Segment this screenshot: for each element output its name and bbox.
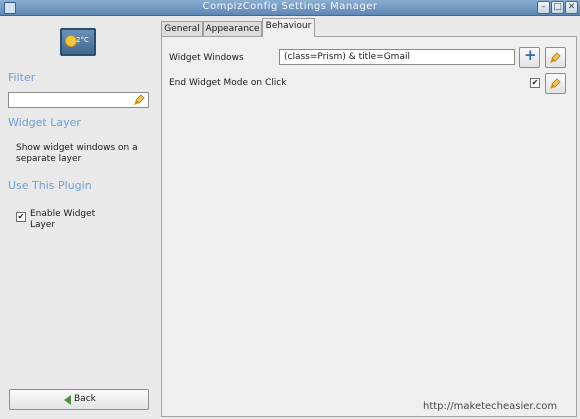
back-button[interactable]: Back: [9, 389, 149, 410]
reset-broom-icon: [550, 52, 561, 63]
enable-plugin-checkbox[interactable]: ✔: [16, 212, 26, 222]
site-watermark: http://maketecheasier.com: [423, 401, 558, 412]
title-bar: CompizConfig Settings Manager – □ ✕: [0, 0, 580, 16]
close-button[interactable]: ✕: [565, 1, 578, 14]
clear-filter-icon[interactable]: [134, 94, 146, 106]
tab-appearance[interactable]: Appearance: [203, 21, 262, 36]
tab-behaviour[interactable]: Behaviour: [262, 18, 315, 37]
filter-input[interactable]: [8, 92, 149, 108]
plus-icon: +: [524, 46, 537, 64]
plugin-description: Show widget windows on a separate layer: [16, 143, 138, 164]
enable-plugin-label: Enable Widget Layer: [30, 209, 96, 230]
widget-layer-plugin-icon: 2°C: [60, 28, 96, 56]
reset-broom-icon: [550, 78, 561, 89]
reset-widget-windows-button[interactable]: [545, 47, 566, 68]
widget-windows-input[interactable]: (class=Prism) & title=Gmail: [279, 49, 515, 65]
window-title: CompizConfig Settings Manager: [202, 1, 378, 12]
temperature-text: 2°C: [76, 36, 89, 44]
edit-match-button[interactable]: +: [519, 46, 540, 68]
settings-panel: [161, 36, 577, 417]
tab-general[interactable]: General: [161, 21, 203, 36]
plugin-heading: Widget Layer: [8, 116, 81, 129]
back-button-label: Back: [74, 394, 96, 404]
end-widget-mode-checkbox[interactable]: ✔: [530, 78, 540, 88]
end-widget-mode-label: End Widget Mode on Click: [169, 78, 287, 88]
filter-heading: Filter: [8, 71, 36, 84]
minimize-button[interactable]: –: [537, 1, 550, 14]
back-arrow-icon: [64, 395, 71, 405]
reset-end-widget-mode-button[interactable]: [545, 73, 566, 94]
use-plugin-heading: Use This Plugin: [8, 179, 92, 192]
widget-windows-label: Widget Windows: [169, 53, 244, 63]
maximize-button[interactable]: □: [551, 1, 564, 14]
